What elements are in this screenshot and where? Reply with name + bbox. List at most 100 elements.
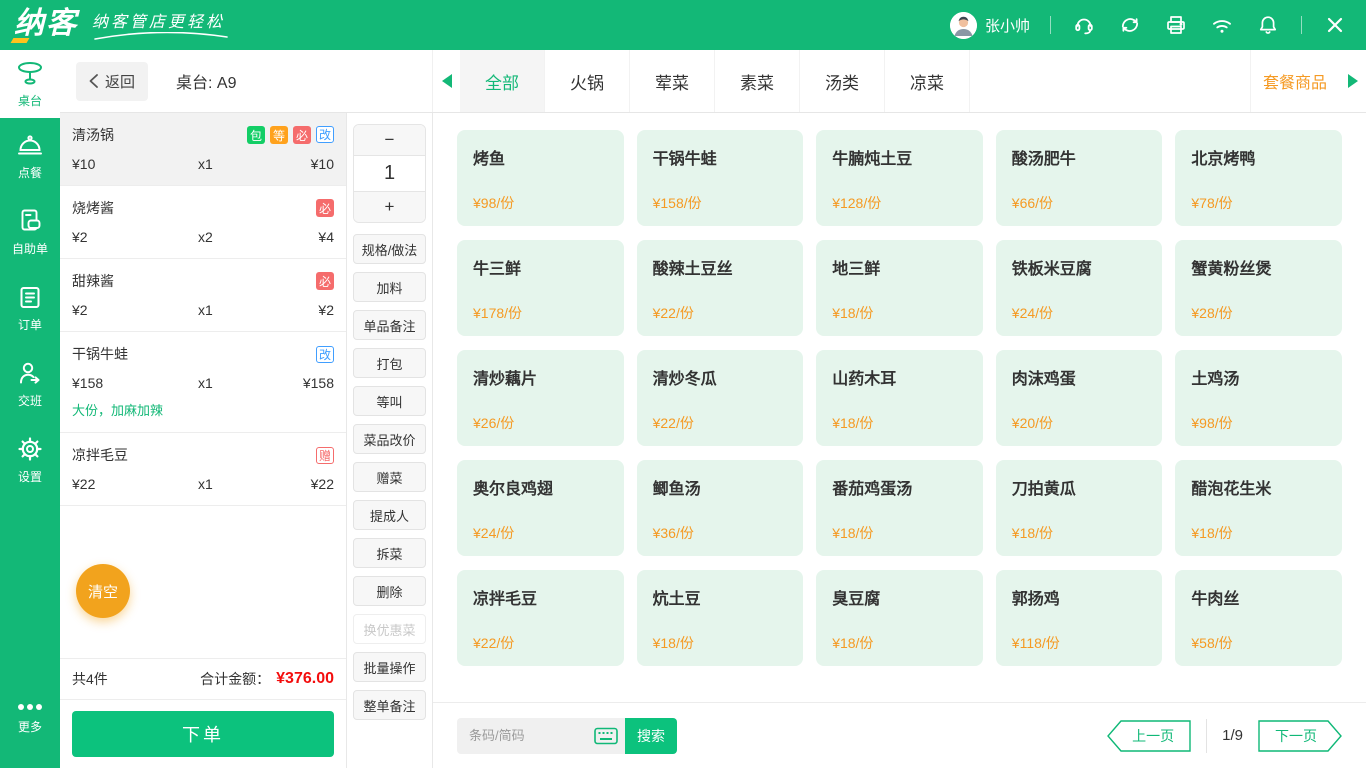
order-item[interactable]: 烧烤酱 必 ¥2 x2 ¥4 xyxy=(60,186,346,259)
menu-item-card[interactable]: 清炒冬瓜 ¥22/份 xyxy=(636,350,804,446)
sidebar-item-tables[interactable]: 桌台 xyxy=(0,50,60,118)
menu-item-card[interactable]: 干锅牛蛙 ¥158/份 xyxy=(636,130,804,226)
item-action-button[interactable]: 批量操作 xyxy=(353,652,426,682)
menu-item-card[interactable]: 烤鱼 ¥98/份 xyxy=(457,130,624,226)
item-action-button[interactable]: 删除 xyxy=(353,576,426,606)
cloche-icon xyxy=(18,135,42,155)
bell-icon[interactable] xyxy=(1255,12,1281,38)
menu-item-card[interactable]: 炕土豆 ¥18/份 xyxy=(636,570,804,666)
pagination-divider xyxy=(1206,718,1208,753)
menu-item-price: ¥128/份 xyxy=(832,195,882,211)
avatar xyxy=(949,11,977,39)
menu-item-name: 酸辣土豆丝 xyxy=(652,261,733,278)
triangle-right-icon xyxy=(1347,74,1358,88)
item-action-button[interactable]: 打包 xyxy=(353,348,426,378)
menu-item-card[interactable]: 酸辣土豆丝 ¥22/份 xyxy=(636,240,804,336)
quantity-decrease-button[interactable]: − xyxy=(354,125,425,155)
back-button[interactable]: 返回 xyxy=(76,61,149,101)
menu-item-card[interactable]: 臭豆腐 ¥18/份 xyxy=(816,570,983,666)
category-tab[interactable]: 荤菜 xyxy=(630,50,715,112)
search-button[interactable]: 搜索 xyxy=(625,717,677,754)
item-action-button[interactable]: 整单备注 xyxy=(353,690,426,720)
submit-order-button[interactable]: 下单 xyxy=(72,711,334,757)
menu-item-card[interactable]: 蟹黄粉丝煲 ¥28/份 xyxy=(1175,240,1342,336)
order-item-price: ¥158 xyxy=(72,375,104,391)
menu-item-card[interactable]: 清炒藕片 ¥26/份 xyxy=(457,350,624,446)
menu-item-card[interactable]: 肉沫鸡蛋 ¥20/份 xyxy=(995,350,1163,446)
order-item-name: 烧烤酱 xyxy=(72,200,114,216)
sidebar-item-self-service[interactable]: 自助单 xyxy=(0,194,60,270)
sidebar: 桌台 点餐 自助单 订单 交班 设置 更多 xyxy=(0,50,60,768)
menu-item-name: 肉沫鸡蛋 xyxy=(1011,371,1076,388)
tabs-scroll-left-button[interactable] xyxy=(433,50,460,112)
wifi-icon[interactable] xyxy=(1209,12,1235,38)
next-page-button[interactable]: 下一页 xyxy=(1258,719,1342,752)
order-item-name: 清汤锅 xyxy=(72,127,114,143)
menu-item-card[interactable]: 土鸡汤 ¥98/份 xyxy=(1175,350,1342,446)
item-action-button[interactable]: 加料 xyxy=(353,272,426,302)
prev-page-button[interactable]: 上一页 xyxy=(1107,719,1191,752)
menu-item-card[interactable]: 郭扬鸡 ¥118/份 xyxy=(995,570,1163,666)
menu-item-card[interactable]: 酸汤肥牛 ¥66/份 xyxy=(995,130,1163,226)
menu-item-price: ¥66/份 xyxy=(1011,195,1054,211)
menu-item-name: 奥尔良鸡翅 xyxy=(473,481,554,498)
menu-item-card[interactable]: 番茄鸡蛋汤 ¥18/份 xyxy=(816,460,983,556)
sync-icon[interactable] xyxy=(1117,12,1143,38)
order-item-qty: x2 xyxy=(198,229,213,245)
menu-item-card[interactable]: 山药木耳 ¥18/份 xyxy=(816,350,983,446)
tabs-scroll-right-button[interactable] xyxy=(1339,50,1366,112)
item-action-button[interactable]: 单品备注 xyxy=(353,310,426,340)
menu-item-card[interactable]: 地三鲜 ¥18/份 xyxy=(816,240,983,336)
order-item-badge: 必 xyxy=(292,126,311,144)
quantity-increase-button[interactable]: + xyxy=(354,192,425,222)
order-item-total: ¥4 xyxy=(318,229,334,245)
sidebar-item-settings[interactable]: 设置 xyxy=(0,422,60,498)
category-tab[interactable]: 素菜 xyxy=(715,50,800,112)
user-chip[interactable]: 张小帅 xyxy=(949,11,1030,39)
printer-icon[interactable] xyxy=(1163,12,1189,38)
menu-item-card[interactable]: 刀拍黄瓜 ¥18/份 xyxy=(995,460,1163,556)
item-action-button[interactable]: 菜品改价 xyxy=(353,424,426,454)
category-tab[interactable]: 全部 xyxy=(460,50,545,112)
item-action-button[interactable]: 赠菜 xyxy=(353,462,426,492)
item-action-button[interactable]: 提成人 xyxy=(353,500,426,530)
menu-item-card[interactable]: 北京烤鸭 ¥78/份 xyxy=(1175,130,1342,226)
order-item[interactable]: 凉拌毛豆 赠 ¥22 x1 ¥22 xyxy=(60,433,346,506)
menu-item-name: 郭扬鸡 xyxy=(1011,591,1060,608)
clear-order-button[interactable]: 清空 xyxy=(76,564,130,618)
sidebar-item-more[interactable]: 更多 xyxy=(0,680,60,756)
item-action-button[interactable]: 换优惠菜 xyxy=(353,614,426,644)
menu-item-card[interactable]: 铁板米豆腐 ¥24/份 xyxy=(995,240,1163,336)
menu-item-card[interactable]: 牛三鲜 ¥178/份 xyxy=(457,240,624,336)
customer-service-icon[interactable] xyxy=(1071,12,1097,38)
order-item[interactable]: 清汤锅 包等必改 ¥10 x1 ¥10 xyxy=(60,113,346,186)
category-tab[interactable]: 汤类 xyxy=(800,50,885,112)
menu-item-price: ¥18/份 xyxy=(832,415,874,431)
menu-item-card[interactable]: 醋泡花生米 ¥18/份 xyxy=(1175,460,1342,556)
sidebar-item-order-food[interactable]: 点餐 xyxy=(0,118,60,194)
sidebar-item-orders[interactable]: 订单 xyxy=(0,270,60,346)
keyboard-icon[interactable] xyxy=(594,726,618,746)
menu-item-card[interactable]: 鲫鱼汤 ¥36/份 xyxy=(636,460,804,556)
item-action-button[interactable]: 等叫 xyxy=(353,386,426,416)
order-count: 共4件 xyxy=(72,671,108,687)
sidebar-item-shift[interactable]: 交班 xyxy=(0,346,60,422)
menu-item-price: ¥28/份 xyxy=(1191,305,1233,321)
order-item-badges: 赠 xyxy=(315,446,334,464)
page-indicator: 1/9 xyxy=(1222,727,1243,744)
close-icon[interactable] xyxy=(1322,12,1348,38)
item-action-button[interactable]: 拆菜 xyxy=(353,538,426,568)
menu-item-card[interactable]: 牛肉丝 ¥58/份 xyxy=(1175,570,1342,666)
order-item[interactable]: 甜辣酱 必 ¥2 x1 ¥2 xyxy=(60,259,346,332)
category-tab[interactable]: 火锅 xyxy=(545,50,630,112)
menu-item-name: 蟹黄粉丝煲 xyxy=(1191,261,1272,278)
menu-grid: 烤鱼 ¥98/份 干锅牛蛙 ¥158/份 牛腩炖土豆 ¥128/份 酸汤肥牛 ¥… xyxy=(433,113,1366,702)
menu-item-card[interactable]: 牛腩炖土豆 ¥128/份 xyxy=(816,130,983,226)
order-item-badge: 改 xyxy=(315,126,334,143)
menu-item-card[interactable]: 凉拌毛豆 ¥22/份 xyxy=(457,570,624,666)
menu-item-card[interactable]: 奥尔良鸡翅 ¥24/份 xyxy=(457,460,624,556)
combo-products-button[interactable]: 套餐商品 xyxy=(1249,50,1339,112)
category-tab[interactable]: 凉菜 xyxy=(885,50,970,112)
order-item[interactable]: 干锅牛蛙 改 ¥158 x1 ¥158 大份，加麻加辣 xyxy=(60,332,346,433)
item-action-button[interactable]: 规格/做法 xyxy=(353,234,426,264)
